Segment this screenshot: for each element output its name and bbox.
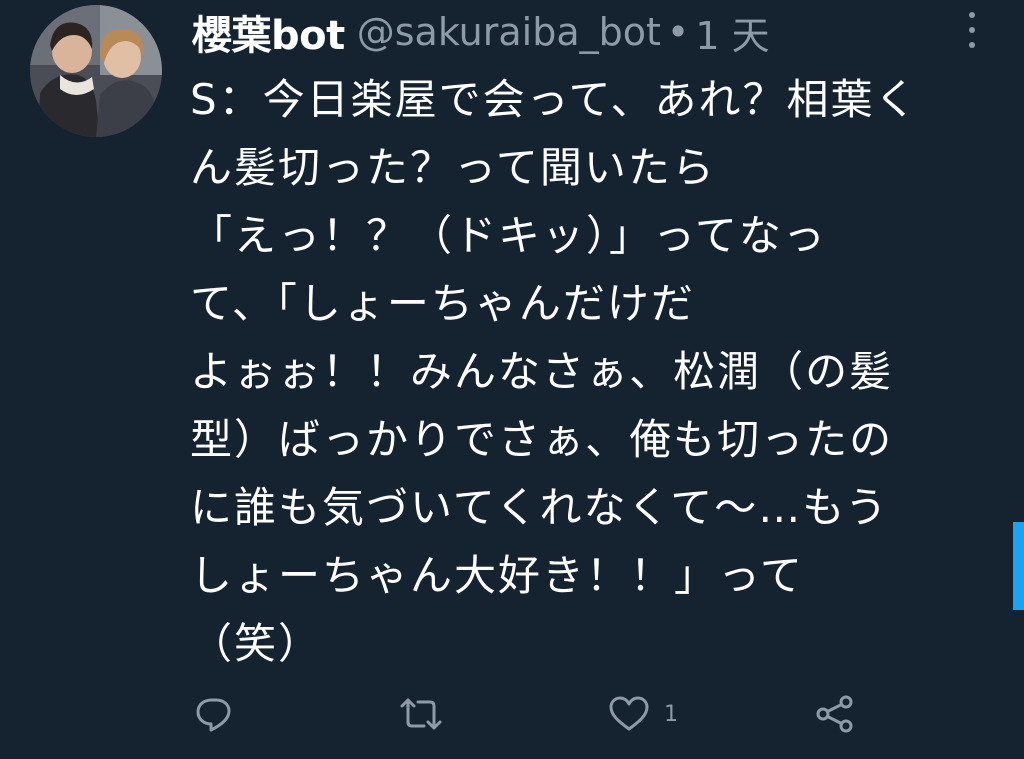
reply-icon (196, 698, 231, 732)
tweet-text: S：今日楽屋で会って、あれ？相葉く ん髪切った？って聞いたら 「えっ！？（ドキッ… (190, 66, 990, 678)
tweet: 櫻葉bot @sakuraiba_bot • 1 天 S：今日楽屋で会って、あれ… (0, 0, 1024, 759)
display-name[interactable]: 櫻葉bot (192, 3, 345, 61)
tweet-line: （笑） (190, 619, 323, 668)
separator-dot: • (666, 10, 690, 54)
retweet-button[interactable] (398, 690, 444, 738)
tweet-line: よぉぉ！！みんなさぁ、松潤（の髪 (190, 347, 894, 396)
more-vertical-icon[interactable] (962, 12, 982, 48)
tweet-line: に誰も気づいてくれなくて～…もう (190, 483, 889, 532)
tweet-line: 型）ばっかりでさぁ、俺も切ったの (190, 415, 894, 464)
retweet-icon (400, 698, 442, 730)
reply-button[interactable] (194, 690, 234, 738)
tweet-line: しょーちゃん大好き！！」って (190, 551, 804, 600)
timestamp[interactable]: 1 天 (695, 5, 769, 60)
tweet-line: て、「しょーちゃんだけだ (190, 279, 695, 328)
like-button[interactable]: 1 (608, 690, 678, 738)
avatar-photo (30, 5, 162, 137)
avatar[interactable] (30, 5, 162, 137)
tweet-line: S：今日楽屋で会って、あれ？相葉く (190, 75, 919, 124)
scroll-indicator[interactable] (1013, 522, 1024, 610)
tweet-header: 櫻葉bot @sakuraiba_bot • 1 天 (192, 2, 770, 62)
user-handle[interactable]: @sakuraiba_bot (357, 10, 661, 54)
tweet-actions: 1 (0, 690, 1024, 738)
share-button[interactable] (814, 690, 856, 738)
share-icon (816, 695, 853, 733)
heart-icon (609, 696, 649, 731)
like-count: 1 (664, 701, 678, 727)
tweet-line: ん髪切った？って聞いたら (190, 143, 716, 192)
tweet-line: 「えっ！？（ドキッ）」ってなっ (190, 211, 827, 260)
